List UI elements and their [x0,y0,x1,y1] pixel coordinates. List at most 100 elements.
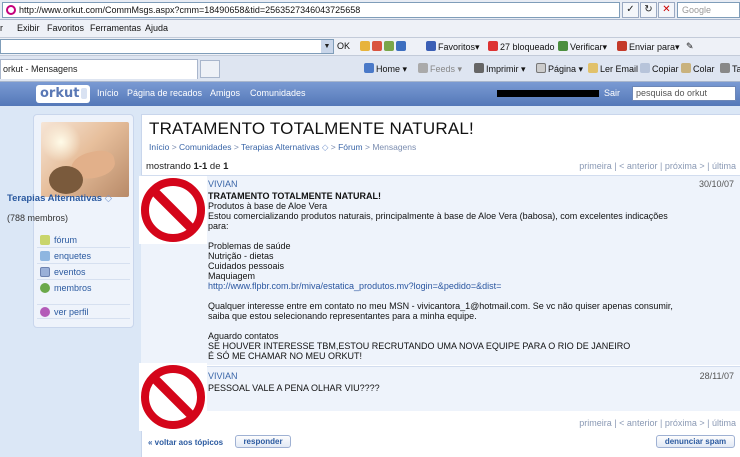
post-line: Aguardo contatos [208,331,279,341]
photo-light [41,122,81,162]
paste-icon [681,63,691,73]
copiar-label: Copiar [652,64,679,74]
community-name-link[interactable]: Terapias Alternativas ◇ [7,193,112,204]
community-photo[interactable] [41,122,129,197]
prohibited-sign-icon [141,178,205,242]
nav-comunidades[interactable]: Comunidades [250,88,306,98]
menu-item-ajuda[interactable]: Ajuda [145,23,168,33]
pager-next[interactable]: próxima > [665,418,705,428]
page-title: TRATAMENTO TOTALMENTE NATURAL! [149,119,474,138]
logout-link[interactable]: Sair [604,88,620,98]
report-spam-button[interactable]: denunciar spam [656,435,735,448]
enviar-para-button[interactable]: Enviar para▾ [617,41,680,53]
community-name: Terapias Alternativas [7,193,103,204]
toolbar-dropdown[interactable]: ▼ [0,39,334,54]
bloqueado-label: 27 bloqueado [500,42,555,52]
sidebar-item-forum[interactable]: fórum [37,233,130,248]
orkut-logo[interactable]: orkut [36,85,90,103]
breadcrumb-current: Mensagens [372,142,417,152]
spellcheck-icon [558,41,568,51]
stop-icon[interactable]: ✕ [658,2,675,18]
post-line: TRATAMENTO TOTALMENTE NATURAL! [208,191,381,201]
post-line: Produtos à base de Aloe Vera [208,201,328,211]
copiar-button[interactable]: Copiar [640,63,679,74]
profile-icon [40,307,50,317]
imprimir-button[interactable]: Imprimir ▾ [474,63,526,75]
imprimir-label: Imprimir [486,64,519,74]
pager-prev[interactable]: < anterior [619,161,657,171]
nav-pagina-de-recados[interactable]: Página de recados [127,88,202,98]
popup-blocker-button[interactable]: 27 bloqueado [488,41,555,52]
reply-button[interactable]: responder [235,435,291,448]
breadcrumb-community[interactable]: Terapias Alternativas [241,142,319,152]
menu-item-exibir[interactable]: Exibir [17,23,40,33]
sidebar-item-label: fórum [54,235,78,245]
favoritos-button[interactable]: Favoritos▾ [426,41,480,53]
post-author[interactable]: VIVIAN [208,371,238,381]
photo-hair [49,166,83,194]
pager-first[interactable]: primeira [579,161,612,171]
ta-button[interactable]: Ta [720,63,740,74]
pin-icon[interactable]: ✎ [686,41,694,52]
community-info-icon: ◇ [104,193,112,204]
post-line: Problemas de saúde [208,241,291,251]
enviar-label: Enviar para [629,42,676,52]
pager-first[interactable]: primeira [579,418,612,428]
orkut-search-input[interactable]: pesquisa do orkut [632,86,736,101]
printer-icon [474,63,484,73]
menu-item-favoritos[interactable]: Favoritos [47,23,84,33]
mail-icon [588,63,598,73]
menu-item-ferramentas[interactable]: Ferramentas [90,23,141,33]
showing-count: mostrando 1-1 de 1 [146,161,228,172]
nav-amigos[interactable]: Amigos [210,88,240,98]
tab-orkut-mensagens[interactable]: orkut - Mensagens [0,59,198,79]
pager-next[interactable]: próxima > [665,161,705,171]
addon-icon [396,41,406,51]
ler-email-label: Ler Email [600,64,639,74]
sidebar-item-eventos[interactable]: eventos [37,265,130,280]
verificar-label: Verificar [570,42,603,52]
addon-icons[interactable] [360,41,408,52]
ver-perfil-link[interactable]: ver perfil [37,304,130,319]
url-input[interactable]: http://www.orkut.com/CommMsgs.aspx?cmm=1… [2,2,620,18]
pager-last[interactable]: última [712,161,736,171]
pager-last[interactable]: última [712,418,736,428]
sidebar-item-membros[interactable]: membros [37,281,130,296]
pagina-button[interactable]: Página ▾ [536,63,583,75]
ok-button[interactable]: OK [337,41,350,51]
post-author[interactable]: VIVIAN [208,179,238,189]
page-icon [536,63,546,73]
pager-prev[interactable]: < anterior [619,418,657,428]
tool-icon [720,63,730,73]
breadcrumb-inicio[interactable]: Início [149,142,169,152]
verificar-button[interactable]: Verificar▾ [558,41,607,53]
pager-top: primeira | < anterior | próxima > | últi… [579,161,736,171]
new-tab-button[interactable] [200,60,220,78]
send-icon [617,41,627,51]
showing-range: 1-1 [193,161,208,172]
nav-inicio[interactable]: Início [97,88,119,98]
breadcrumb: Início > Comunidades > Terapias Alternat… [149,142,417,152]
post-date: 30/10/07 [698,179,734,189]
menu-item[interactable]: r [0,23,3,33]
back-to-topics-link[interactable]: « voltar aos tópicos [148,438,223,447]
copy-icon [640,63,650,73]
addon-icon [360,41,370,51]
breadcrumb-forum[interactable]: Fórum [338,142,363,152]
post-link[interactable]: http://www.flpbr.com.br/miva/estatica_pr… [208,281,501,291]
menu-bar: r Exibir Favoritos Ferramentas Ajuda [0,20,740,38]
breadcrumb-comunidades[interactable]: Comunidades [179,142,231,152]
refresh-icon[interactable]: ↻ [640,2,657,18]
feeds-button[interactable]: Feeds ▾ [418,63,462,75]
author-avatar[interactable] [139,176,207,244]
post-line: SE HOUVER INTERESSE TBM,ESTOU RECRUTANDO… [208,341,631,351]
home-button[interactable]: Home ▾ [364,63,407,75]
colar-button[interactable]: Colar [681,63,715,74]
browser-search-input[interactable]: Google [677,2,740,18]
go-icon[interactable]: ✓ [622,2,639,18]
sidebar-item-enquetes[interactable]: enquetes [37,249,130,264]
post-line: PESSOAL VALE A PENA OLHAR VIU???? [208,383,380,393]
ler-email-button[interactable]: Ler Email [588,63,638,74]
author-avatar[interactable] [139,363,207,431]
post-body: TRATAMENTO TOTALMENTE NATURAL! Produtos … [208,191,733,361]
